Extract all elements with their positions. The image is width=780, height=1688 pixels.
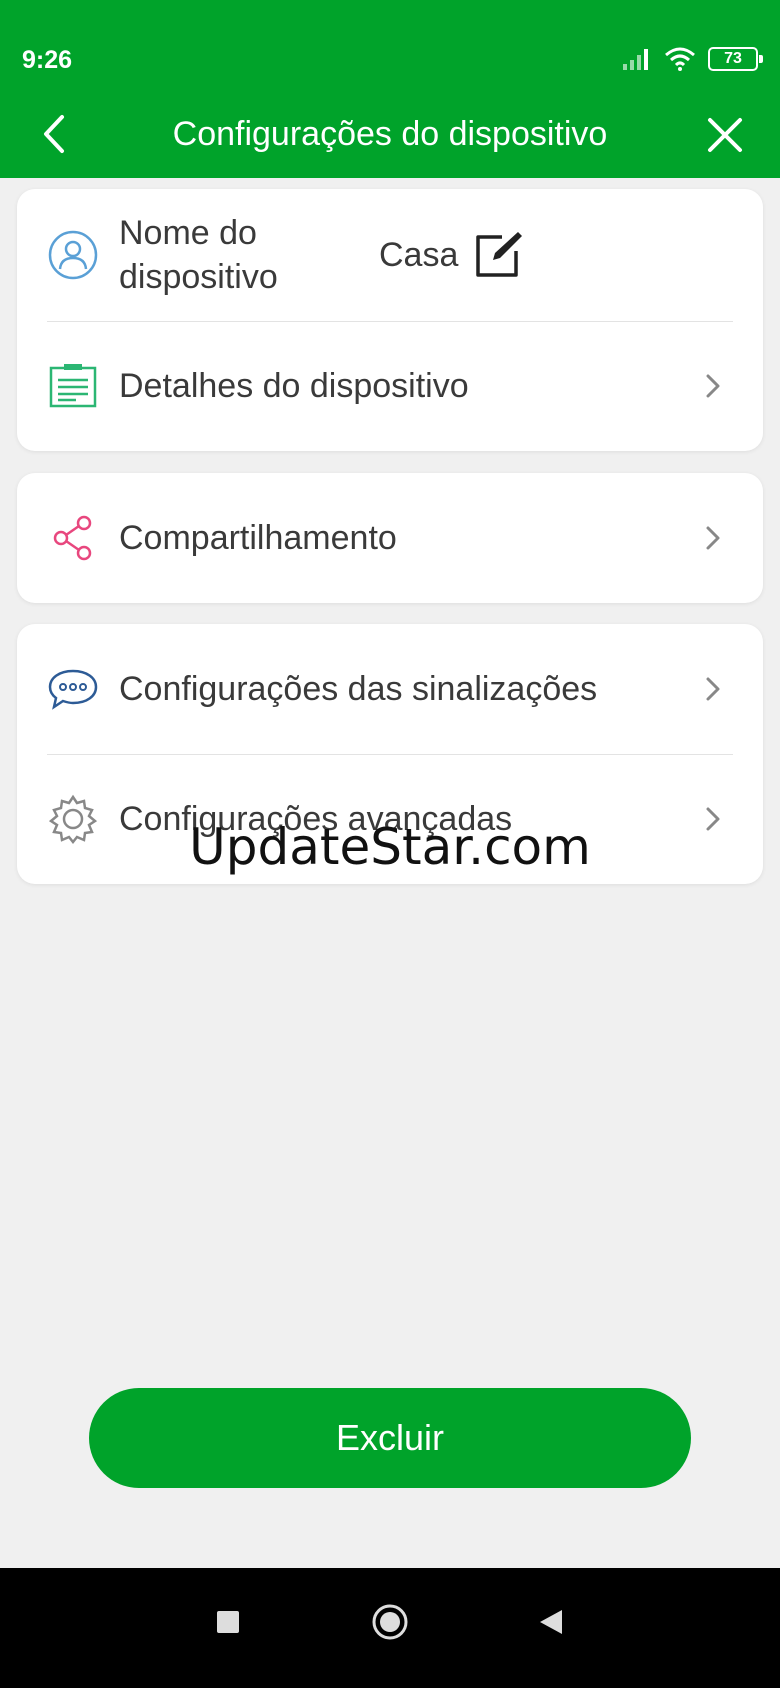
home-circle-icon[interactable] (372, 1604, 408, 1640)
sharing-card: Compartilhamento (17, 473, 763, 603)
system-navigation-bar (0, 1568, 780, 1688)
device-name-row[interactable]: Nome do dispositivo Casa (17, 189, 763, 321)
signal-settings-row[interactable]: Configurações das sinalizações (17, 624, 763, 754)
status-icons: 73 (622, 47, 763, 71)
sharing-row[interactable]: Compartilhamento (17, 473, 763, 603)
device-name-label: Nome do dispositivo (119, 214, 278, 296)
back-triangle-icon[interactable] (538, 1608, 564, 1636)
chevron-right-icon (706, 374, 720, 398)
chevron-right-icon (706, 526, 720, 550)
page-title: Configurações do dispositivo (172, 115, 608, 153)
battery-level: 73 (724, 50, 742, 67)
edit-icon[interactable] (472, 229, 524, 281)
advanced-settings-label: Configurações avançadas (119, 800, 513, 838)
recent-apps-square-icon[interactable] (216, 1610, 240, 1634)
device-details-row[interactable]: Detalhes do dispositivo (17, 321, 763, 451)
advanced-settings-row[interactable]: Configurações avançadas (17, 754, 763, 884)
user-icon (45, 227, 101, 283)
document-list-icon (45, 358, 101, 414)
battery-icon: 73 (708, 47, 763, 71)
sharing-label: Compartilhamento (119, 519, 397, 557)
signal-icon (623, 49, 648, 70)
device-name-value: Casa (379, 235, 459, 274)
signal-settings-label: Configurações das sinalizações (119, 670, 598, 708)
chevron-right-icon (706, 677, 720, 701)
device-details-label: Detalhes do dispositivo (119, 367, 469, 405)
delete-button[interactable]: Excluir (89, 1388, 691, 1488)
chevron-right-icon (706, 807, 720, 831)
chat-bubble-icon (45, 661, 101, 717)
device-info-card: Nome do dispositivo Casa Detalhes do dis… (17, 189, 763, 451)
status-time: 9:26 (22, 46, 73, 74)
close-icon[interactable] (706, 116, 744, 154)
wifi-icon (665, 47, 695, 71)
gear-icon (45, 791, 101, 847)
app-header: 9:26 73 Configurações do dispositivo (0, 0, 780, 178)
share-icon (45, 510, 101, 566)
settings-card: Configurações das sinalizações Configura… (17, 624, 763, 884)
